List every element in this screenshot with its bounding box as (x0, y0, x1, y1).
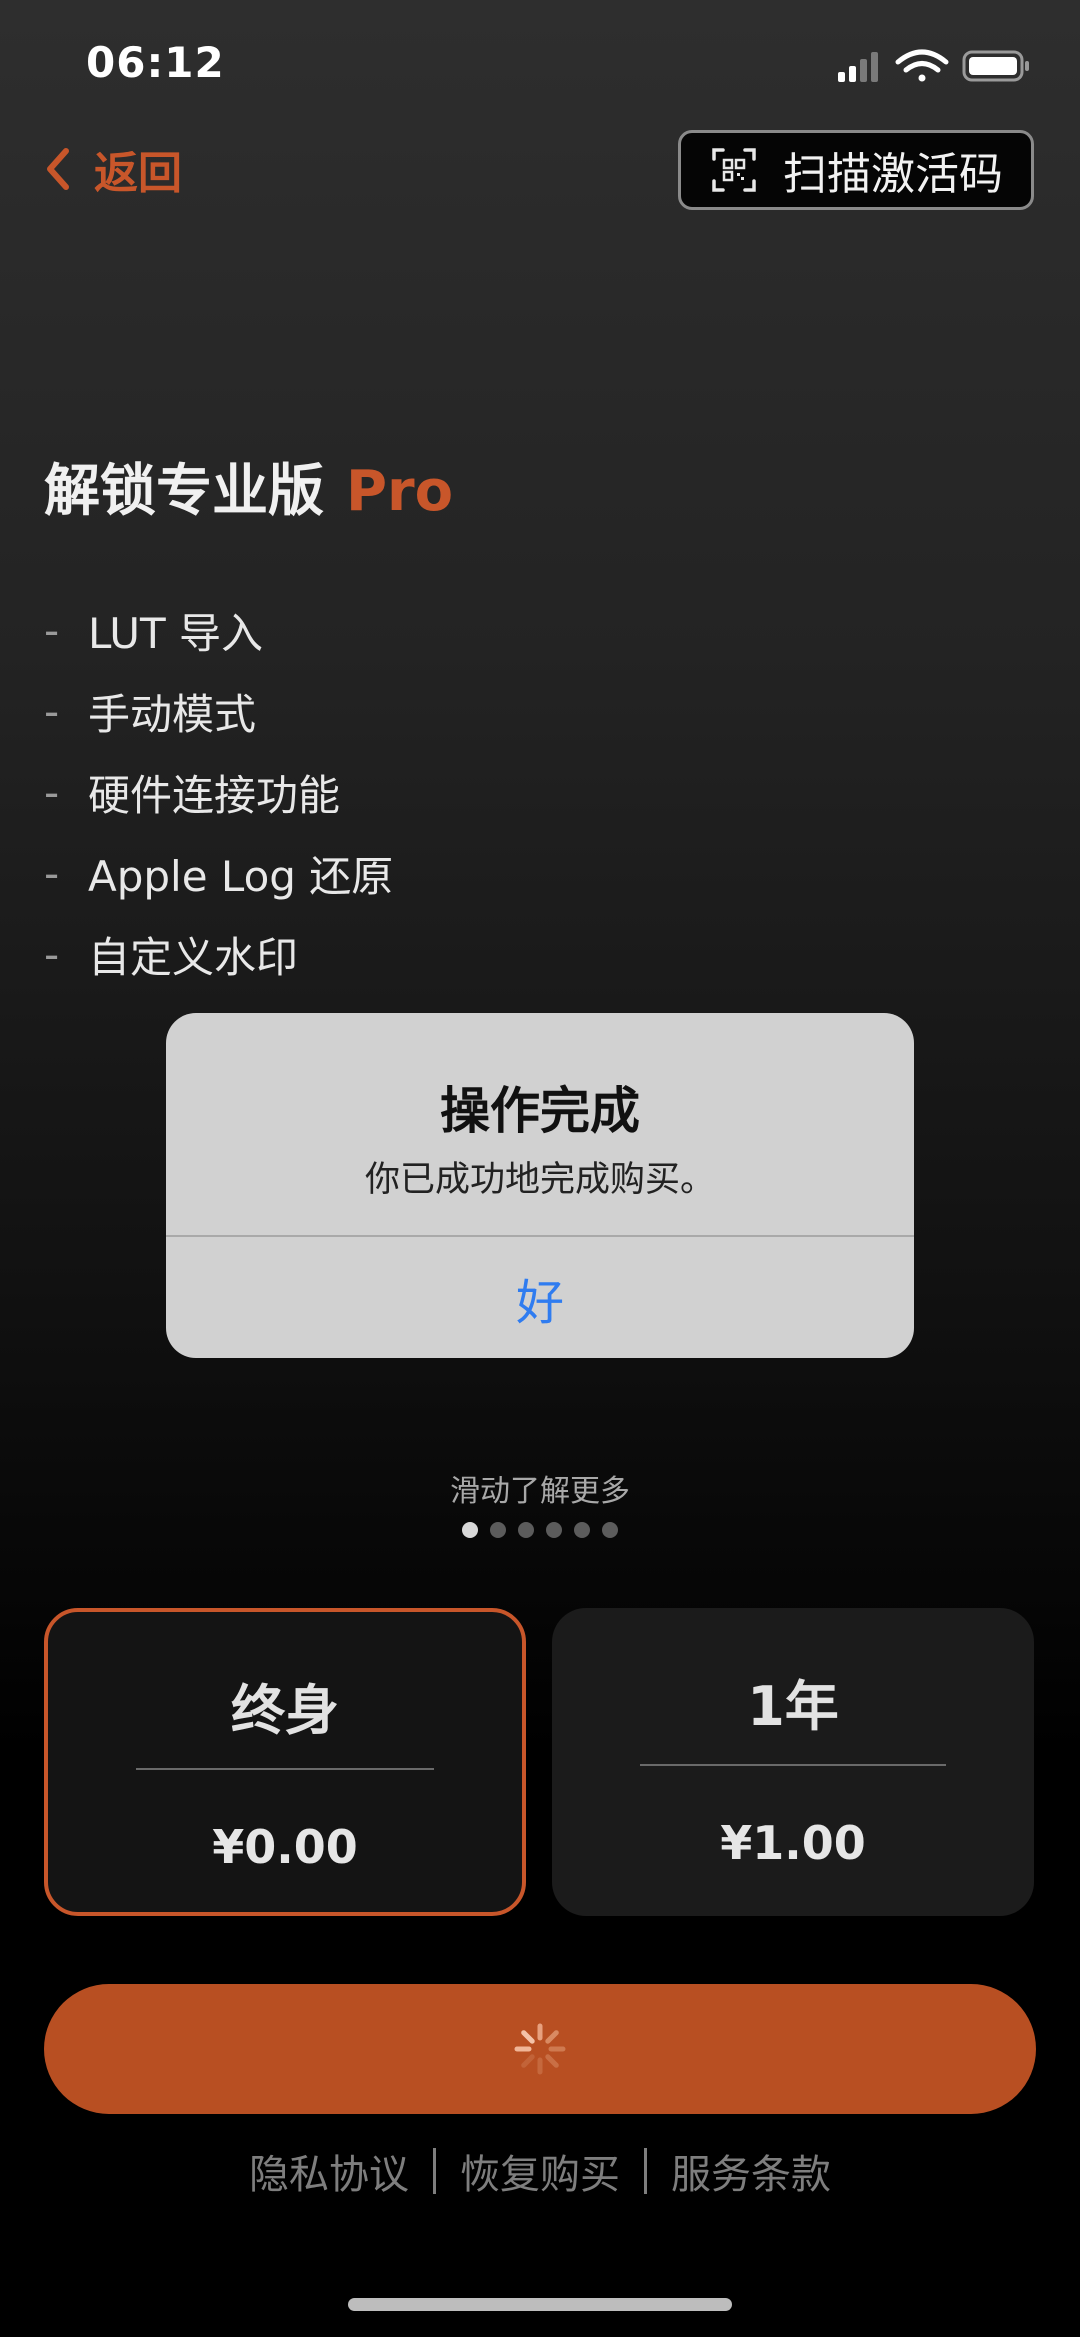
footer-separator (644, 2148, 647, 2194)
plan-divider (136, 1768, 434, 1770)
alert-ok-button[interactable]: 好 (166, 1237, 914, 1358)
home-indicator[interactable] (348, 2298, 732, 2311)
feature-item: - LUT 导入 (44, 606, 264, 658)
page-dot[interactable] (574, 1522, 590, 1538)
restore-purchase-link[interactable]: 恢复购买 (460, 2142, 620, 2200)
back-button[interactable]: 返回 (44, 136, 182, 202)
page-dot[interactable] (602, 1522, 618, 1538)
feature-item: - 硬件连接功能 (44, 768, 341, 820)
battery-icon (962, 50, 1029, 82)
plan-name: 终身 (231, 1679, 339, 1742)
purchase-complete-alert: 操作完成 你已成功地完成购买。 好 (166, 1013, 914, 1358)
scan-label: 扫描激活码 (783, 149, 1003, 200)
page-dot[interactable] (490, 1522, 506, 1538)
status-time: 06:12 (86, 38, 225, 87)
terms-of-service-link[interactable]: 服务条款 (671, 2142, 831, 2200)
plan-lifetime-card[interactable]: 终身 ¥0.00 (44, 1608, 526, 1916)
page-indicator[interactable] (0, 1522, 1080, 1538)
alert-message: 你已成功地完成购买。 (364, 1160, 715, 1200)
qr-scan-icon (712, 148, 756, 192)
feature-item: - 自定义水印 (44, 930, 299, 982)
chevron-left-icon (47, 148, 69, 190)
plan-yearly-card[interactable]: 1年 ¥1.00 (552, 1608, 1034, 1916)
plan-price: ¥0.00 (212, 1820, 358, 1874)
plan-name: 1年 (747, 1675, 839, 1738)
purchase-button[interactable] (44, 1984, 1036, 2114)
feature-list: - LUT 导入 - 手动模式 - 硬件连接功能 - Apple Log 还原 - 自定义… (44, 590, 393, 995)
page-dot[interactable] (546, 1522, 562, 1538)
page-dot[interactable] (518, 1522, 534, 1538)
swipe-hint: 滑动了解更多 (450, 1474, 630, 1509)
footer-separator (433, 2148, 436, 2194)
plan-divider (640, 1764, 946, 1766)
privacy-policy-link[interactable]: 隐私协议 (249, 2142, 409, 2200)
scan-activation-code-button[interactable]: 扫描激活码 (678, 130, 1034, 210)
page-dot[interactable] (462, 1522, 478, 1538)
page-title-text: 解锁专业版 (44, 459, 324, 524)
alert-title: 操作完成 (440, 1082, 640, 1140)
pro-badge-text: Pro (346, 459, 454, 524)
feature-item: - 手动模式 (44, 687, 257, 739)
wifi-icon (895, 49, 949, 82)
footer-links: 隐私协议 恢复购买 服务条款 (0, 2142, 1080, 2200)
spinner-icon (514, 2023, 566, 2075)
feature-item: - Apple Log 还原 (44, 849, 394, 901)
page-title: 解锁专业版 Pro (44, 446, 453, 527)
back-label: 返回 (94, 148, 182, 199)
status-icons (838, 49, 1029, 82)
signal-icon (838, 52, 878, 82)
plan-price: ¥1.00 (720, 1816, 866, 1870)
